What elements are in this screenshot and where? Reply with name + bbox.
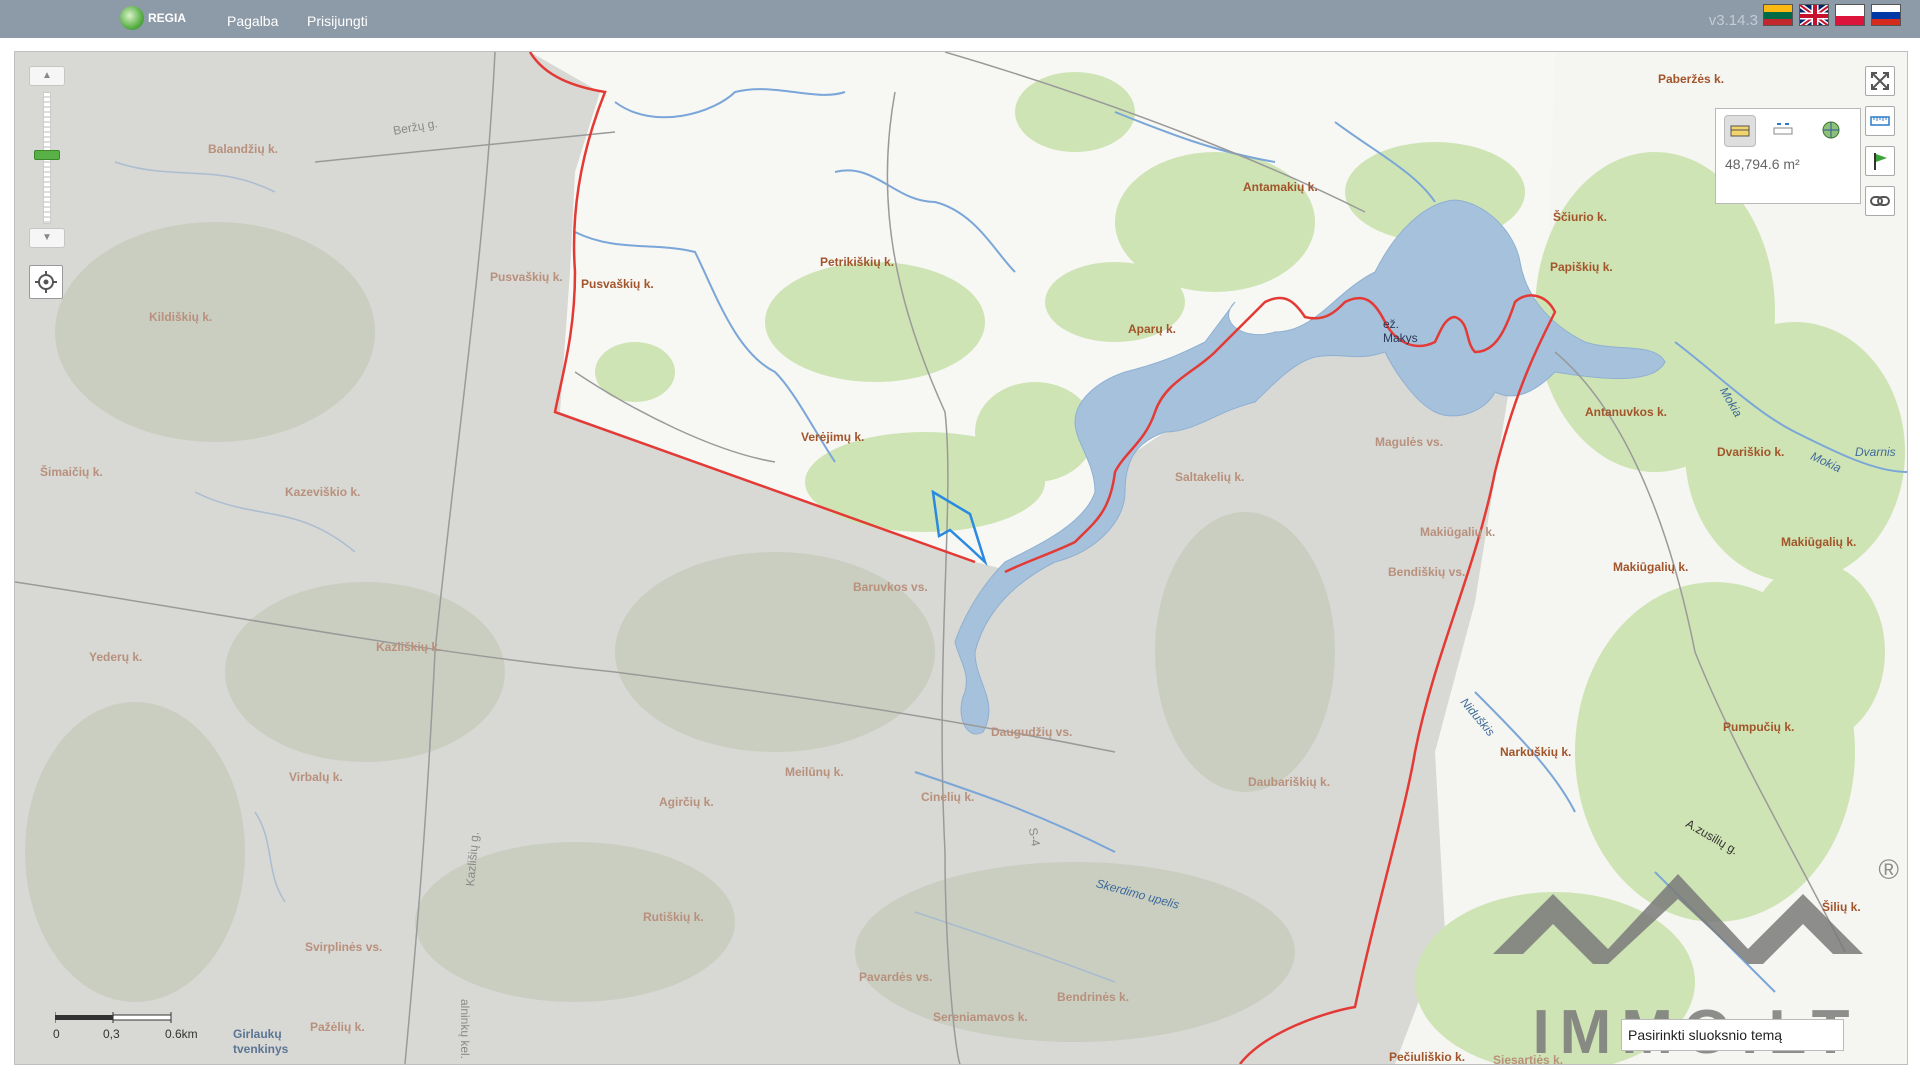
village-label: Svirplinės vs. xyxy=(305,940,383,954)
village-label: Pusvaškių k. xyxy=(581,277,654,291)
measure-panel: 48,794.6 m² xyxy=(1715,108,1861,204)
village-label: Daugudžių vs. xyxy=(991,725,1073,739)
area-value: 48,794.6 m² xyxy=(1725,156,1800,172)
water-label: Dvarnis xyxy=(1855,445,1896,459)
uk-flag-icon[interactable] xyxy=(1799,4,1829,26)
road-label: S-4 xyxy=(1025,826,1043,848)
village-label: Pečiuliškio k. xyxy=(1389,1050,1466,1064)
regia-logo[interactable]: REGIA xyxy=(120,6,186,30)
help-link[interactable]: Pagalba xyxy=(227,13,278,29)
village-label: Meilūnų k. xyxy=(785,765,844,779)
lithuanian-flag-icon[interactable] xyxy=(1763,4,1793,26)
measure-distance-tool[interactable] xyxy=(1768,115,1798,145)
village-label: Bendiškių vs. xyxy=(1388,565,1466,579)
village-label: Cinelių k. xyxy=(921,790,975,804)
registered-symbol: ® xyxy=(1878,854,1899,885)
logo-text: REGIA xyxy=(148,11,187,25)
village-label: Paberžės k. xyxy=(1658,72,1725,86)
locate-button[interactable] xyxy=(29,265,63,299)
village-label: Saltakelių k. xyxy=(1175,470,1245,484)
village-label: Ščiurio k. xyxy=(1553,210,1608,224)
village-label: Pusvaškių k. xyxy=(490,270,563,284)
village-label: Makiūgalių k. xyxy=(1613,560,1689,574)
village-label: Baruvkos vs. xyxy=(853,580,928,594)
village-label: Verėjimų k. xyxy=(801,430,865,444)
village-label: Pavardės vs. xyxy=(859,970,933,984)
zoom-in-button[interactable]: ▲ xyxy=(29,66,65,86)
scale-bar-graphic xyxy=(55,1012,172,1023)
village-label: Virbalų k. xyxy=(289,770,343,784)
scale-label-0: 0 xyxy=(53,1027,60,1041)
village-label: Dvariškio k. xyxy=(1717,445,1785,459)
area-icon xyxy=(1730,125,1750,137)
village-label: Makiūgalių k. xyxy=(1781,535,1857,549)
map-canvas[interactable]: Paberžės k. Antamakių k. Ščiurio k. Papi… xyxy=(14,51,1908,1065)
scale-bar: 0 0,3 0.6km xyxy=(45,1012,198,1042)
village-label: Kazliškių k. xyxy=(376,640,442,654)
village-label: Makiūgalių k. xyxy=(1420,525,1496,539)
watermark-house-graphic xyxy=(1493,874,1863,964)
village-label: Agirčių k. xyxy=(659,795,714,809)
village-label: Sereniamavos k. xyxy=(933,1010,1028,1024)
top-bar: REGIA Pagalba Prisijungti v3.14.3 xyxy=(0,0,1920,38)
scale-label-2: 0.6km xyxy=(165,1027,198,1041)
version-label: v3.14.3 xyxy=(1708,12,1758,29)
russian-flag-icon[interactable] xyxy=(1871,4,1901,26)
road-label: alninkų kel. xyxy=(458,998,473,1060)
lake-name: Makys xyxy=(1383,331,1418,345)
zoom-slider-handle[interactable] xyxy=(34,150,60,160)
login-link[interactable]: Prisijungti xyxy=(307,13,368,29)
village-label: Kazeviškio k. xyxy=(285,485,361,499)
ruler-icon xyxy=(1870,116,1890,126)
measure-area-tool[interactable] xyxy=(1724,115,1756,147)
share-link-button[interactable] xyxy=(1865,186,1895,216)
lake-label: ež. Makys xyxy=(1383,317,1418,345)
village-label: Bendrinės k. xyxy=(1057,990,1130,1004)
village-label: Antanuvkos k. xyxy=(1585,405,1668,419)
village-label: Petrikiškių k. xyxy=(820,255,895,269)
fullscreen-button[interactable] xyxy=(1865,66,1895,96)
village-label: Pumpučių k. xyxy=(1723,720,1795,734)
village-label: Magulės vs. xyxy=(1375,435,1444,449)
measure-point-tool[interactable] xyxy=(1816,115,1846,145)
measure-toggle-button[interactable] xyxy=(1865,106,1895,136)
ruler-icon xyxy=(1773,123,1793,135)
polish-flag-icon[interactable] xyxy=(1835,4,1865,26)
globe-icon xyxy=(1822,121,1840,139)
village-label: Yederų k. xyxy=(89,650,143,664)
village-label: Narkuškių k. xyxy=(1500,745,1572,759)
expand-icon xyxy=(1871,72,1889,90)
layer-theme-select[interactable]: Pasirinkti sluoksnio temą xyxy=(1621,1019,1844,1051)
lake-prefix: ež. xyxy=(1383,317,1400,331)
village-label: Kildiškių k. xyxy=(149,310,213,324)
regia-logo-icon xyxy=(120,6,144,30)
scale-label-1: 0,3 xyxy=(103,1027,120,1041)
zoom-control: ▲ ▼ xyxy=(29,66,65,248)
marker-button[interactable] xyxy=(1865,146,1895,176)
village-label: Antamakių k. xyxy=(1243,180,1318,194)
village-label: Balandžių k. xyxy=(208,142,279,156)
zoom-out-button[interactable]: ▼ xyxy=(29,228,65,248)
village-label: Papiškių k. xyxy=(1550,260,1613,274)
water-label: Girlaukų xyxy=(233,1027,282,1041)
village-label: Rutiškių k. xyxy=(643,910,704,924)
crosshair-icon xyxy=(35,271,57,293)
village-label: Aparų k. xyxy=(1128,322,1177,336)
village-label: Daubariškių k. xyxy=(1248,775,1331,789)
village-label: Šimaičių k. xyxy=(40,465,103,479)
water-label: tvenkinys xyxy=(233,1042,289,1056)
link-icon xyxy=(1870,196,1890,206)
flag-icon xyxy=(1874,153,1887,170)
village-label: Pažėlių k. xyxy=(310,1020,365,1034)
